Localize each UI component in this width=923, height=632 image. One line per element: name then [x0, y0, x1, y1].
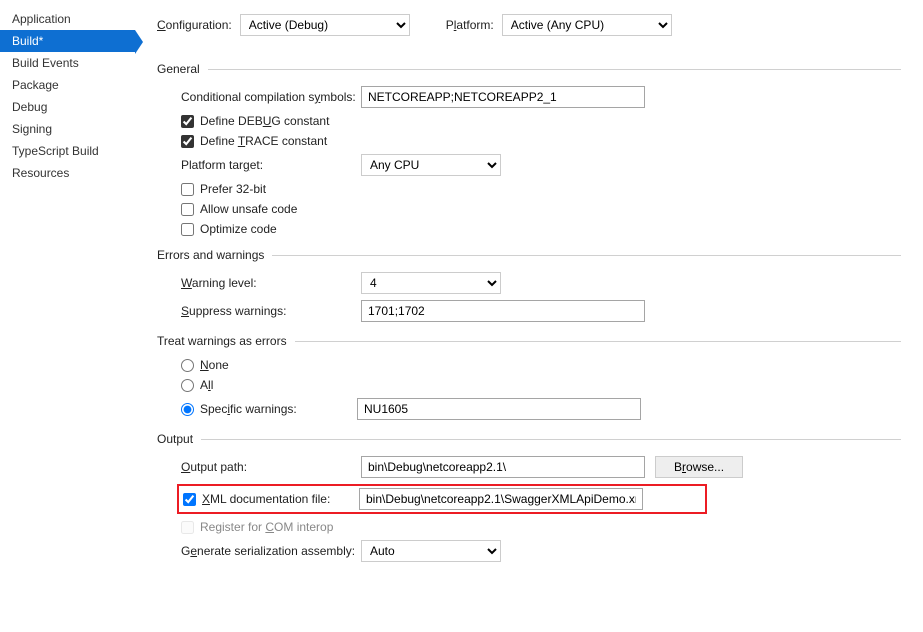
- com-interop-checkbox: [181, 521, 194, 534]
- treat-specific-label: Specific warnings:: [200, 402, 297, 416]
- section-title-output: Output: [157, 432, 201, 446]
- optimize-label: Optimize code: [200, 222, 277, 236]
- section-title-general: General: [157, 62, 208, 76]
- define-debug-label: Define DEBUG constant: [200, 114, 329, 128]
- config-select[interactable]: Active (Debug): [240, 14, 410, 36]
- config-row: Configuration: Active (Debug) Platform: …: [157, 14, 901, 36]
- sidebar-item-build[interactable]: Build*: [0, 30, 135, 52]
- treat-none-label: None: [200, 358, 229, 372]
- divider: [295, 341, 901, 342]
- allow-unsafe-checkbox[interactable]: [181, 203, 194, 216]
- browse-button[interactable]: Browse...: [655, 456, 743, 478]
- divider: [272, 255, 901, 256]
- treat-specific-input[interactable]: [357, 398, 641, 420]
- prefer-32bit-label: Prefer 32-bit: [200, 182, 266, 196]
- platform-select[interactable]: Active (Any CPU): [502, 14, 672, 36]
- com-interop-label: Register for COM interop: [200, 520, 333, 534]
- platform-label: Platform:: [446, 18, 494, 32]
- main-panel: Configuration: Active (Debug) Platform: …: [135, 0, 923, 632]
- output-path-input[interactable]: [361, 456, 645, 478]
- xml-doc-input[interactable]: [359, 488, 643, 510]
- optimize-checkbox[interactable]: [181, 223, 194, 236]
- sidebar-item-typescript-build[interactable]: TypeScript Build: [0, 140, 135, 162]
- xml-doc-highlight: XML documentation file:: [177, 484, 707, 514]
- suppress-label: Suppress warnings:: [181, 304, 361, 318]
- define-trace-checkbox[interactable]: [181, 135, 194, 148]
- sidebar-item-application[interactable]: Application: [0, 8, 135, 30]
- sidebar-item-build-events[interactable]: Build Events: [0, 52, 135, 74]
- allow-unsafe-label: Allow unsafe code: [200, 202, 297, 216]
- treat-all-label: All: [200, 378, 213, 392]
- sidebar-item-debug[interactable]: Debug: [0, 96, 135, 118]
- config-label: Configuration:: [157, 18, 232, 32]
- suppress-input[interactable]: [361, 300, 645, 322]
- sidebar-item-signing[interactable]: Signing: [0, 118, 135, 140]
- section-output: Output Output path: Browse... XML docume…: [157, 432, 901, 562]
- prefer-32bit-checkbox[interactable]: [181, 183, 194, 196]
- serialize-select[interactable]: Auto: [361, 540, 501, 562]
- section-treat: Treat warnings as errors None All Specif…: [157, 334, 901, 420]
- treat-all-radio[interactable]: [181, 379, 194, 392]
- sidebar-item-package[interactable]: Package: [0, 74, 135, 96]
- serialize-label: Generate serialization assembly:: [181, 544, 361, 558]
- section-errors: Errors and warnings Warning level: 4 Sup…: [157, 248, 901, 322]
- warning-level-label: Warning level:: [181, 276, 361, 290]
- divider: [201, 439, 901, 440]
- xml-doc-label: XML documentation file:: [202, 492, 330, 506]
- treat-specific-radio[interactable]: [181, 403, 194, 416]
- cond-symbols-input[interactable]: [361, 86, 645, 108]
- output-path-label: Output path:: [181, 460, 361, 474]
- divider: [208, 69, 901, 70]
- define-trace-label: Define TRACE constant: [200, 134, 327, 148]
- platform-target-label: Platform target:: [181, 158, 361, 172]
- section-general: General Conditional compilation symbols:…: [157, 62, 901, 236]
- define-debug-checkbox[interactable]: [181, 115, 194, 128]
- platform-target-select[interactable]: Any CPU: [361, 154, 501, 176]
- sidebar: Application Build* Build Events Package …: [0, 0, 135, 632]
- cond-symbols-label: Conditional compilation symbols:: [181, 90, 361, 104]
- warning-level-select[interactable]: 4: [361, 272, 501, 294]
- section-title-treat: Treat warnings as errors: [157, 334, 295, 348]
- treat-none-radio[interactable]: [181, 359, 194, 372]
- xml-doc-checkbox[interactable]: [183, 493, 196, 506]
- section-title-errors: Errors and warnings: [157, 248, 272, 262]
- sidebar-item-resources[interactable]: Resources: [0, 162, 135, 184]
